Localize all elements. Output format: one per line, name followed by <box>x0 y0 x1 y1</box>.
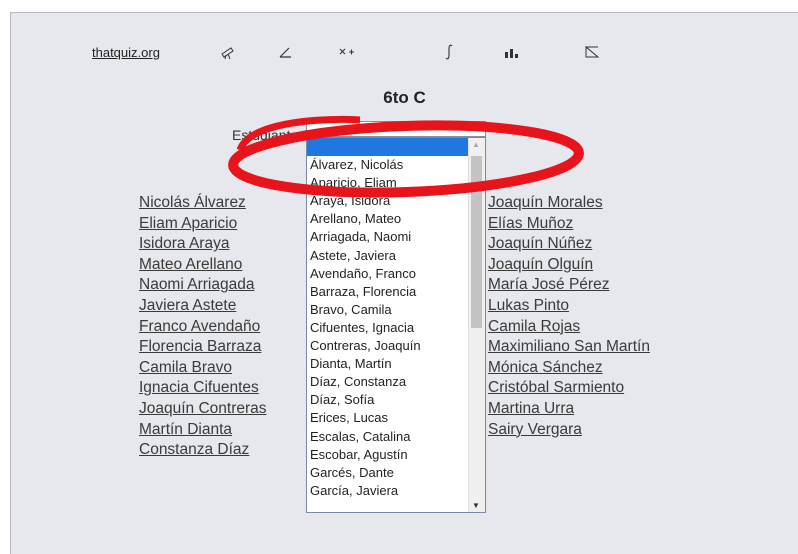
student-link[interactable]: Maximiliano San Martín <box>488 337 650 358</box>
dropdown-option[interactable]: Cifuentes, Ignacia <box>307 319 485 337</box>
student-link[interactable]: Sairy Vergara <box>488 420 650 441</box>
dropdown-option[interactable]: Erices, Lucas <box>307 409 485 427</box>
student-link[interactable]: María José Pérez <box>488 275 650 296</box>
site-logo-link[interactable]: thatquiz.org <box>92 45 160 60</box>
student-link[interactable]: Martín Dianta <box>139 420 267 441</box>
top-nav: thatquiz.org <box>11 43 798 65</box>
dropdown-option[interactable]: Bravo, Camila <box>307 301 485 319</box>
student-link[interactable]: Cristóbal Sarmiento <box>488 378 650 399</box>
student-link[interactable]: Camila Rojas <box>488 317 650 338</box>
dropdown-option[interactable]: Álvarez, Nicolás <box>307 156 485 174</box>
student-link[interactable]: Joaquín Morales <box>488 193 650 214</box>
bar-chart-icon[interactable] <box>500 43 522 61</box>
student-link[interactable]: Joaquín Núñez <box>488 234 650 255</box>
student-select[interactable]: ▼ <box>306 121 486 137</box>
dropdown-option[interactable]: Arriagada, Naomi <box>307 228 485 246</box>
dropdown-arrow-icon[interactable]: ▼ <box>472 123 481 133</box>
angle-icon[interactable] <box>275 43 297 61</box>
dropdown-list[interactable]: Álvarez, Nicolás Aparicio, Eliam Araya, Is… <box>306 137 486 513</box>
student-link[interactable]: Elías Muñoz <box>488 214 650 235</box>
dropdown-option[interactable]: Barraza, Florencia <box>307 283 485 301</box>
dropdown-option[interactable]: Contreras, Joaquín <box>307 337 485 355</box>
student-link[interactable]: Lukas Pinto <box>488 296 650 317</box>
integral-icon[interactable] <box>438 43 460 61</box>
student-link[interactable]: Martina Urra <box>488 399 650 420</box>
scrollbar-thumb[interactable] <box>471 156 482 328</box>
student-link[interactable]: Mateo Arellano <box>139 255 267 276</box>
dropdown-option[interactable]: Dianta, Martín <box>307 355 485 373</box>
dropdown-option[interactable]: Díaz, Constanza <box>307 373 485 391</box>
dropdown-option[interactable]: García, Javiera <box>307 482 485 500</box>
scroll-up-icon[interactable]: ▲ <box>472 140 480 149</box>
dropdown-option[interactable]: Escobar, Agustín <box>307 446 485 464</box>
student-link[interactable]: Eliam Aparicio <box>139 214 267 235</box>
student-link[interactable]: Mónica Sánchez <box>488 358 650 379</box>
dropdown-scrollbar[interactable]: ▲ ▼ <box>468 138 485 512</box>
student-list-left: Nicolás Álvarez Eliam Aparicio Isidora Ara… <box>139 193 267 461</box>
student-link[interactable]: Ignacia Cifuentes <box>139 378 267 399</box>
student-link[interactable]: Naomi Arriagada <box>139 275 267 296</box>
geometry-icon[interactable] <box>581 43 603 61</box>
student-link[interactable]: Javiera Astete <box>139 296 267 317</box>
student-link[interactable]: Isidora Araya <box>139 234 267 255</box>
student-link[interactable]: Joaquín Contreras <box>139 399 267 420</box>
scroll-down-icon[interactable]: ▼ <box>472 501 480 510</box>
student-label: Estudiante <box>232 127 299 143</box>
dropdown-option[interactable]: Avendaño, Franco <box>307 265 485 283</box>
dropdown-option[interactable]: Escalas, Catalina <box>307 428 485 446</box>
student-link[interactable]: Constanza Díaz <box>139 440 267 461</box>
dropdown-option[interactable]: Díaz, Sofía <box>307 391 485 409</box>
student-link[interactable]: Franco Avendaño <box>139 317 267 338</box>
student-link[interactable]: Florencia Barraza <box>139 337 267 358</box>
dropdown-option[interactable]: Aparicio, Eliam <box>307 174 485 192</box>
dropdown-option[interactable]: Garcés, Dante <box>307 464 485 482</box>
dropdown-option[interactable] <box>307 138 485 157</box>
dropdown-option[interactable]: Araya, Isidora <box>307 192 485 210</box>
student-link[interactable]: Nicolás Álvarez <box>139 193 267 214</box>
telescope-icon[interactable] <box>217 43 239 61</box>
page-title: 6to C <box>383 88 426 107</box>
dropdown-option[interactable]: Astete, Javiera <box>307 247 485 265</box>
dropdown-option[interactable]: Arellano, Mateo <box>307 210 485 228</box>
student-link[interactable]: Joaquín Olguín <box>488 255 650 276</box>
operations-icon[interactable] <box>336 43 358 61</box>
student-link[interactable]: Camila Bravo <box>139 358 267 379</box>
student-list-right: Joaquín Morales Elías Muñoz Joaquín Núñez J… <box>488 193 650 440</box>
